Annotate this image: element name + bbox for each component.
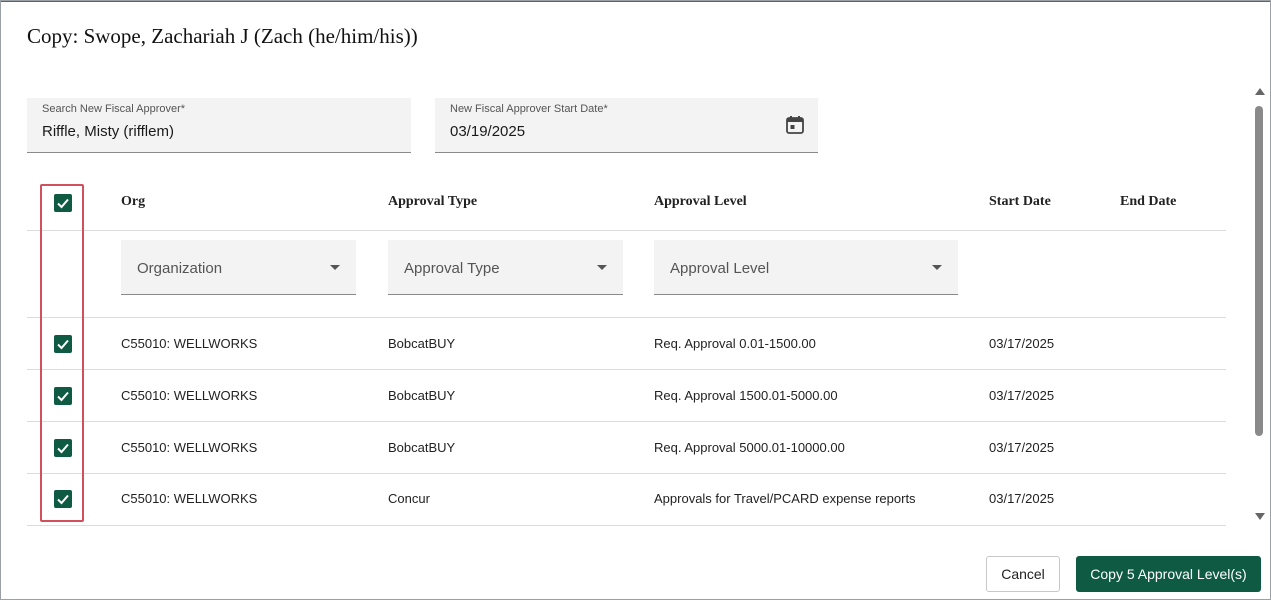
row-start-date: 03/17/2025: [989, 388, 1055, 403]
row-approval-level: Approvals for Travel/PCARD expense repor…: [654, 491, 916, 506]
divider: [27, 230, 1226, 231]
search-approver-field[interactable]: Search New Fiscal Approver*: [27, 98, 411, 153]
row-approval-type: BobcatBUY: [388, 440, 456, 455]
organization-filter-label: Organization: [137, 260, 223, 277]
calendar-icon[interactable]: [785, 115, 805, 135]
row-start-date: 03/17/2025: [989, 336, 1055, 351]
search-approver-input[interactable]: [42, 123, 342, 140]
divider: [27, 369, 1226, 370]
row-approval-level: Req. Approval 1500.01-5000.00: [654, 388, 838, 403]
header-approval-type[interactable]: Approval Type: [388, 194, 477, 210]
start-date-input[interactable]: [450, 123, 750, 140]
approval-type-filter-select[interactable]: Approval Type: [388, 240, 623, 295]
row-org: C55010: WELLWORKS: [121, 491, 258, 506]
scroll-up-icon[interactable]: [1255, 88, 1265, 95]
dropdown-caret-icon: [597, 265, 607, 270]
start-date-label: New Fiscal Approver Start Date*: [450, 103, 608, 115]
header-approval-level[interactable]: Approval Level: [654, 194, 747, 210]
scroll-down-icon[interactable]: [1255, 513, 1265, 520]
row-start-date: 03/17/2025: [989, 440, 1055, 455]
approval-level-filter-select[interactable]: Approval Level: [654, 240, 958, 295]
divider: [27, 421, 1226, 422]
dialog: [0, 0, 1271, 600]
row-approval-type: BobcatBUY: [388, 336, 456, 351]
header-start-date[interactable]: Start Date: [989, 194, 1051, 210]
divider: [27, 525, 1226, 526]
checkbox-column-highlight: [40, 184, 84, 522]
row-approval-type: BobcatBUY: [388, 388, 456, 403]
divider: [27, 473, 1226, 474]
row-org: C55010: WELLWORKS: [121, 388, 258, 403]
cancel-button[interactable]: Cancel: [986, 556, 1060, 592]
header-org[interactable]: Org: [121, 194, 145, 210]
row-approval-level: Req. Approval 5000.01-10000.00: [654, 440, 845, 455]
row-approval-type: Concur: [388, 491, 430, 506]
row-org: C55010: WELLWORKS: [121, 336, 258, 351]
divider: [27, 317, 1226, 318]
dropdown-caret-icon: [330, 265, 340, 270]
dialog-title: Copy: Swope, Zachariah J (Zach (he/him/h…: [27, 24, 418, 48]
row-org: C55010: WELLWORKS: [121, 440, 258, 455]
approval-type-filter-label: Approval Type: [404, 260, 500, 277]
row-approval-level: Req. Approval 0.01-1500.00: [654, 336, 816, 351]
start-date-field[interactable]: New Fiscal Approver Start Date*: [435, 98, 818, 153]
dropdown-caret-icon: [932, 265, 942, 270]
approval-level-filter-label: Approval Level: [670, 260, 770, 277]
organization-filter-select[interactable]: Organization: [121, 240, 356, 295]
copy-approval-levels-button[interactable]: Copy 5 Approval Level(s): [1076, 556, 1261, 592]
scroll-thumb[interactable]: [1255, 106, 1263, 436]
row-start-date: 03/17/2025: [989, 491, 1055, 506]
header-end-date[interactable]: End Date: [1120, 194, 1176, 210]
search-approver-label: Search New Fiscal Approver*: [42, 103, 186, 115]
